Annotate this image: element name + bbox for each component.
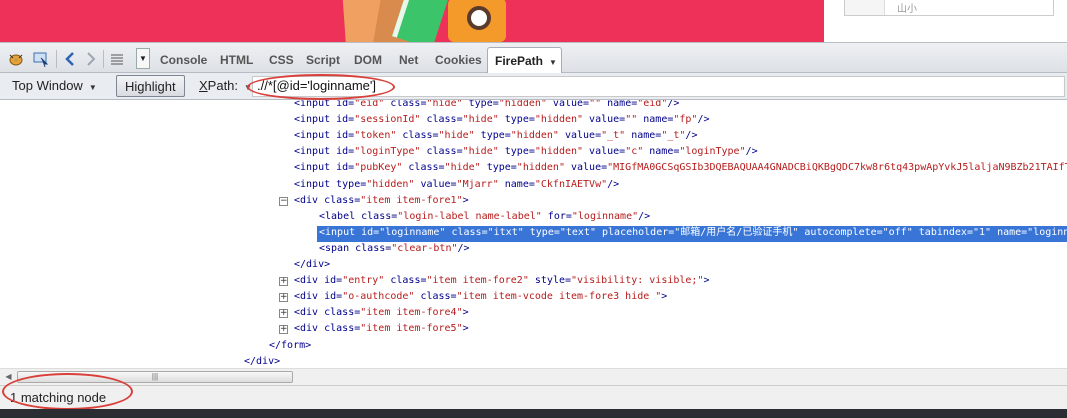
- back-icon[interactable]: [61, 51, 79, 67]
- webpage-area: 山小: [0, 0, 1067, 42]
- tab-console[interactable]: Console: [160, 53, 207, 67]
- tab-dom[interactable]: DOM: [354, 53, 382, 67]
- menu-list-icon[interactable]: [108, 51, 126, 67]
- horizontal-scrollbar[interactable]: ◀ |||: [0, 368, 1067, 385]
- expand-icon[interactable]: +: [279, 277, 288, 287]
- tree-node-row[interactable]: <input id="eid" class="hide" type="hidde…: [292, 100, 685, 113]
- promo-banner[interactable]: [0, 0, 824, 42]
- tree-node-row[interactable]: </div>: [292, 258, 336, 274]
- tab-firepath[interactable]: FirePath ▼: [487, 47, 562, 74]
- frame-select-label: Top Window: [12, 78, 83, 93]
- tab-cookies[interactable]: Cookies: [435, 53, 482, 67]
- selected-node-row[interactable]: <input id="loginname" class="itxt" type=…: [317, 225, 1067, 242]
- tree-node-row[interactable]: <div class="item item-fore5">: [292, 322, 475, 338]
- html-tree-panel[interactable]: <input id="eid" class="hide" type="hidde…: [0, 100, 1067, 368]
- page-input[interactable]: 山小: [844, 0, 1054, 16]
- chevron-down-icon: ▼: [549, 58, 557, 67]
- frame-select[interactable]: Top Window ▼: [4, 75, 112, 97]
- annotation-circle-xpath: [247, 74, 395, 100]
- highlight-button-label: Highlight: [125, 79, 176, 94]
- highlight-button[interactable]: Highlight: [116, 75, 185, 97]
- page-right-area: 山小: [824, 0, 1067, 42]
- chevron-down-icon: ▼: [88, 83, 97, 92]
- tree-node-row[interactable]: <div class="item item-fore4">: [292, 306, 475, 322]
- taskbar-strip: [0, 409, 1067, 418]
- tree-node-row[interactable]: </div>: [242, 355, 286, 368]
- tree-node-row[interactable]: <label class="login-label name-label" fo…: [317, 210, 656, 226]
- tree-node-row[interactable]: <input id="pubKey" class="hide" type="hi…: [292, 161, 1067, 177]
- inspect-icon[interactable]: [32, 51, 50, 67]
- annotation-circle-status: [2, 373, 133, 410]
- tree-node-row[interactable]: <input id="token" class="hide" type="hid…: [292, 129, 703, 145]
- collapse-icon[interactable]: −: [279, 196, 288, 206]
- tree-node-row[interactable]: <div id="entry" class="item item-fore2" …: [292, 274, 716, 290]
- firebug-toolbar: ▼ Console HTML CSS Script DOM Net Cookie…: [0, 42, 1067, 74]
- tab-html[interactable]: HTML: [220, 53, 253, 67]
- xpath-type-select[interactable]: XPath: ▼: [191, 75, 252, 97]
- chevron-down-icon[interactable]: ▼: [136, 48, 150, 69]
- tab-net[interactable]: Net: [399, 53, 418, 67]
- tree-node-row[interactable]: <input id="loginType" class="hide" type=…: [292, 145, 764, 161]
- expand-icon[interactable]: +: [279, 325, 288, 335]
- banner-card-shape: [392, 0, 450, 42]
- tree-node-row[interactable]: <span class="clear-btn"/>: [317, 242, 476, 258]
- forward-icon[interactable]: [82, 51, 100, 67]
- tab-css[interactable]: CSS: [269, 53, 294, 67]
- tree-node-row[interactable]: <div class="item item-fore1">: [292, 194, 475, 210]
- camera-icon: [448, 0, 506, 42]
- tab-script[interactable]: Script: [306, 53, 340, 67]
- tree-node-row[interactable]: <input type="hidden" value="Mjarr" name=…: [292, 178, 625, 194]
- page-input-text: 山小: [897, 4, 917, 15]
- tree-node-row[interactable]: <input id="sessionId" class="hide" type=…: [292, 113, 716, 129]
- expand-icon[interactable]: +: [279, 293, 288, 303]
- firepath-bar: Top Window ▼ Highlight XPath: ▼ .//*[@id='…: [0, 73, 1067, 100]
- expand-icon[interactable]: +: [279, 309, 288, 319]
- tree-node-row[interactable]: </form>: [267, 339, 317, 355]
- tree-node-row[interactable]: <div id="o-authcode" class="item item-vc…: [292, 290, 673, 306]
- tab-firepath-label: FirePath: [495, 54, 544, 68]
- xpath-label: XPath:: [199, 78, 239, 93]
- status-bar: 1 matching node: [0, 385, 1067, 409]
- firebug-icon[interactable]: [7, 51, 25, 67]
